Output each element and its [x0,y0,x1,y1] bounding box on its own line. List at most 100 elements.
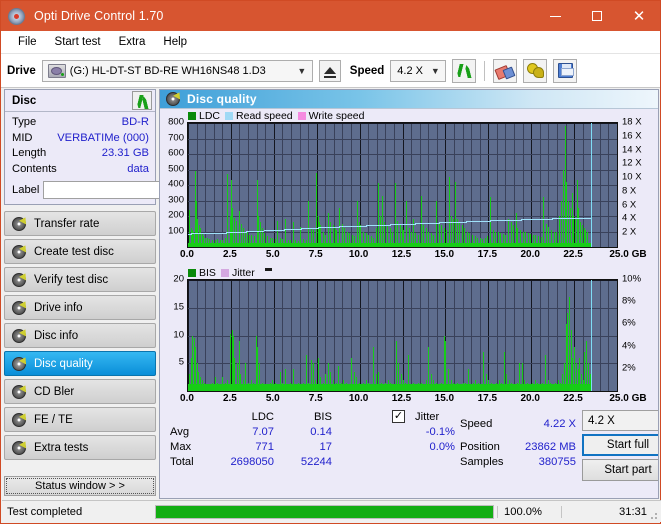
settings-button[interactable] [523,58,548,83]
chevron-down-icon: ▼ [297,65,307,76]
close-icon: ✕ [632,7,646,25]
progress-percent: 100.0% [497,505,561,518]
eject-button[interactable] [318,59,341,82]
x-axis-tick: 5.0 [265,393,280,404]
x-axis-tick: 10.0 [348,249,369,260]
erase-button[interactable] [493,58,518,83]
x-axis-tick: 25.0 GB [609,249,647,260]
x-axis-tick: 2.5 [222,249,237,260]
sidebar-item-disc-info[interactable]: Disc info [4,323,156,348]
chart-ldc: LDC Read speed Write speed 100 200 300 400 5… [160,109,658,262]
jitter-checkbox[interactable]: ✓ [392,410,405,423]
refresh-button[interactable] [452,58,477,83]
sidebar-item-label: Disc quality [34,357,93,370]
legend-label-bis: BIS [199,266,216,279]
speed-select-value: 4.2 X [397,64,423,77]
y2-axis-tick: 8 X [622,185,637,197]
sidebar-item-verify-test-disc[interactable]: Verify test disc [4,267,156,292]
chart-bis-plot[interactable] [187,279,618,392]
disc-icon [12,384,26,399]
eject-icon [323,67,336,78]
status-window-button[interactable]: Status window > > [4,476,156,496]
sidebar-item-label: CD Bler [34,385,75,398]
y2-axis-tick: 14 X [622,144,642,156]
disc-info-rows: Type BD-R MID VERBATIMe (000) Length 23.… [5,112,218,204]
disc-icon [12,272,26,287]
elapsed-time: 31:31 [561,505,661,518]
window-controls: ✕ [534,1,660,31]
x-axis-tick: 12.5 [391,249,412,260]
save-button[interactable] [553,58,578,83]
menu-extra[interactable]: Extra [111,33,154,51]
menu-file[interactable]: File [10,33,45,51]
menu-start-test-label: Start test [54,36,101,48]
x-axis-tick: 17.5 [477,393,498,404]
y2-axis-tick: 10 X [622,171,642,183]
legend-entry-read-speed: Read speed [225,110,293,122]
x-axis-tick: 15.0 [434,393,455,404]
chart-cursor-line [591,123,593,247]
disc-row-contents-key: Contents [12,162,57,175]
stats-bis-max: 17 [319,441,332,453]
minimize-button[interactable] [534,1,576,31]
sidebar-item-label: Create test disc [34,245,114,258]
save-icon [557,63,574,78]
test-speed-select[interactable]: 4.2 X ▼ [582,410,658,431]
disc-icon [12,216,26,231]
sidebar-item-create-test-disc[interactable]: Create test disc [4,239,156,264]
x-axis-tick: 0.0 [180,249,194,260]
sidebar-item-cd-bler[interactable]: CD Bler [4,379,156,404]
x-axis-tick: 0.0 [180,393,194,404]
chart-ldc-plot[interactable] [187,122,618,248]
disc-row-contents-value: data [127,162,149,175]
y2-axis-tick: 6% [622,317,636,329]
stats-jitter-max: 0.0% [429,441,456,453]
resize-grip[interactable] [648,510,658,520]
disc-row-length-key: Length [12,147,47,159]
disc-row-mid: MID VERBATIMe (000) [12,131,149,147]
y-axis-tick: 800 [168,116,184,128]
menu-file-label: File [18,36,37,48]
legend-entry-write-speed: Write speed [297,110,365,122]
stats-ldc-total: 2698050 [230,456,274,468]
chart-bar [381,195,383,247]
sidebar-item-fe-te[interactable]: FE / TE [4,407,156,432]
x-axis-tick: 20.0 [520,393,540,404]
sidebar-item-extra-tests[interactable]: Extra tests [4,435,156,460]
x-axis-tick: 5.0 [265,249,280,260]
chart-bar [543,197,545,247]
legend-label-jitter: Jitter [231,266,255,279]
legend-swatch-bis [188,268,196,277]
start-part-button[interactable]: Start part [582,459,658,481]
sidebar-item-transfer-rate[interactable]: Transfer rate [4,211,156,236]
plug-icon [526,63,544,78]
eraser-icon [496,64,514,78]
toolbar: Drive (G:) HL-DT-ST BD-RE WH16NS48 1.D3 … [1,54,660,88]
menu-help[interactable]: Help [155,33,195,51]
legend-label-ldc: LDC [199,109,221,122]
menu-start-test[interactable]: Start test [47,33,109,51]
disc-row-mid-value: VERBATIMe (000) [57,131,149,144]
stats-bis-avg: 0.14 [310,426,332,438]
close-button[interactable]: ✕ [618,1,660,31]
maximize-button[interactable] [576,1,618,31]
stats-row-max-label: Max [170,441,192,453]
y-axis-tick: 20 [173,273,184,285]
sidebar-item-drive-info[interactable]: Drive info [4,295,156,320]
drive-select[interactable]: (G:) HL-DT-ST BD-RE WH16NS48 1.D3 ▼ [41,59,313,82]
stats-speed-value: 4.22 X [543,418,576,430]
chart-bar [490,197,492,247]
chart-bar [238,211,240,247]
chevron-down-icon: ▼ [655,416,658,426]
start-full-button[interactable]: Start full [582,434,658,456]
drive-icon [47,63,66,78]
y2-axis-tick: 12 X [622,157,642,169]
y2-axis-tick: 16 X [622,130,642,142]
stats-samples-label: Samples [460,456,504,468]
y-axis-tick: 200 [168,209,184,221]
chart-cursor-line [591,280,593,391]
speed-select[interactable]: 4.2 X ▼ [390,59,447,82]
chart-bar [435,200,437,247]
disc-refresh-button[interactable] [132,91,152,110]
sidebar-item-disc-quality[interactable]: Disc quality [4,351,156,376]
